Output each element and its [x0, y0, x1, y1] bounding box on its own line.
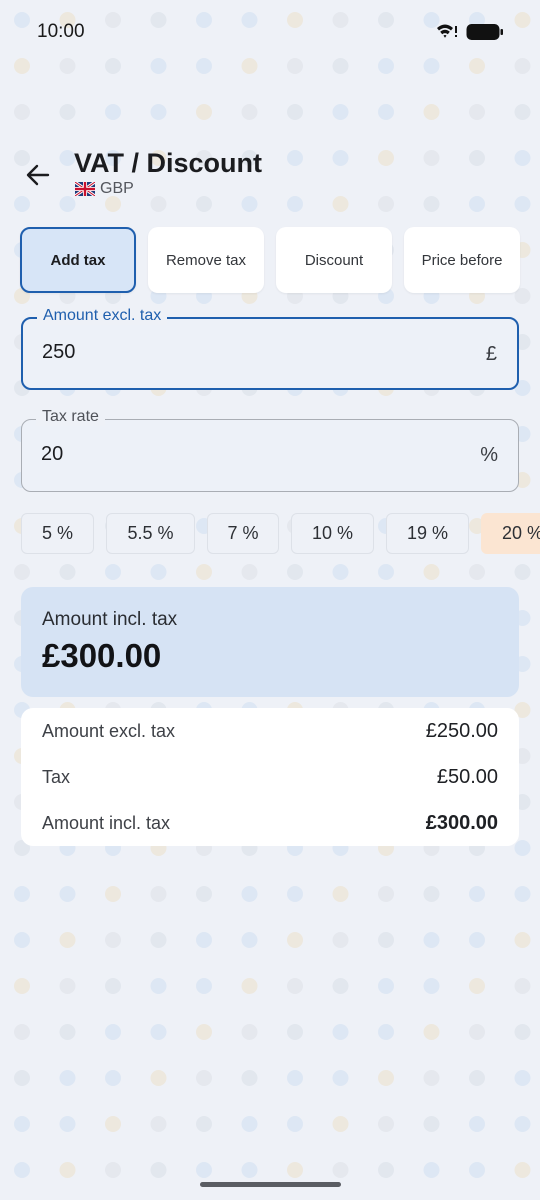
price-before-button[interactable]: Price before: [404, 227, 520, 293]
add-tax-button[interactable]: Add tax: [20, 227, 136, 293]
tax-rate-field-label: Tax rate: [36, 408, 105, 426]
breakdown-value: £50.00: [436, 765, 498, 788]
tax-rate-input[interactable]: [41, 443, 441, 466]
breakdown-label: Tax: [42, 766, 71, 787]
percent-symbol: %: [480, 444, 498, 466]
breakdown-value: £300.00: [425, 811, 498, 834]
status-time: 10:00: [37, 21, 85, 42]
pound-symbol: £: [485, 343, 497, 365]
rate-chip-20[interactable]: 20 %: [481, 513, 540, 554]
mode-selector: Add tax Remove tax Discount Price before: [20, 227, 520, 295]
status-bar: 10:00: [0, 0, 540, 64]
amount-input[interactable]: [42, 341, 442, 364]
tax-rate-field[interactable]: Tax rate %: [21, 408, 519, 492]
result-label: Amount incl. tax: [42, 609, 178, 630]
result-value: £300.00: [42, 637, 162, 674]
breakdown-card: Amount excl. tax £250.00 Tax £50.00 Amou…: [21, 708, 519, 846]
amount-field-label: Amount excl. tax: [37, 307, 168, 325]
remove-tax-button[interactable]: Remove tax: [148, 227, 264, 293]
result-card: Amount incl. tax £300.00: [21, 587, 519, 697]
currency-label: GBP: [100, 180, 134, 197]
battery-icon: [466, 24, 503, 40]
breakdown-row-tax: Tax £50.00: [42, 762, 498, 792]
rate-chip-19[interactable]: 19 %: [386, 513, 469, 554]
home-indicator[interactable]: [200, 1182, 341, 1187]
breakdown-row-excl: Amount excl. tax £250.00: [42, 716, 498, 746]
breakdown-row-total: Amount incl. tax £300.00: [42, 808, 498, 838]
arrow-left-icon: [26, 164, 50, 186]
rate-chip-10[interactable]: 10 %: [291, 513, 374, 554]
currency-selector[interactable]: GBP: [75, 180, 134, 198]
uk-flag-icon: [75, 182, 95, 196]
rate-chip-5[interactable]: 5 %: [21, 513, 94, 554]
discount-button[interactable]: Discount: [276, 227, 392, 293]
rate-chip-7[interactable]: 7 %: [207, 513, 279, 554]
rate-chip-5-5[interactable]: 5.5 %: [106, 513, 195, 554]
page-title: VAT / Discount: [74, 148, 262, 178]
back-button[interactable]: [18, 155, 58, 195]
amount-field[interactable]: Amount excl. tax £: [21, 307, 519, 390]
breakdown-label: Amount incl. tax: [42, 812, 171, 833]
breakdown-value: £250.00: [425, 719, 498, 742]
wifi-icon: [437, 24, 457, 38]
breakdown-label: Amount excl. tax: [42, 720, 176, 741]
